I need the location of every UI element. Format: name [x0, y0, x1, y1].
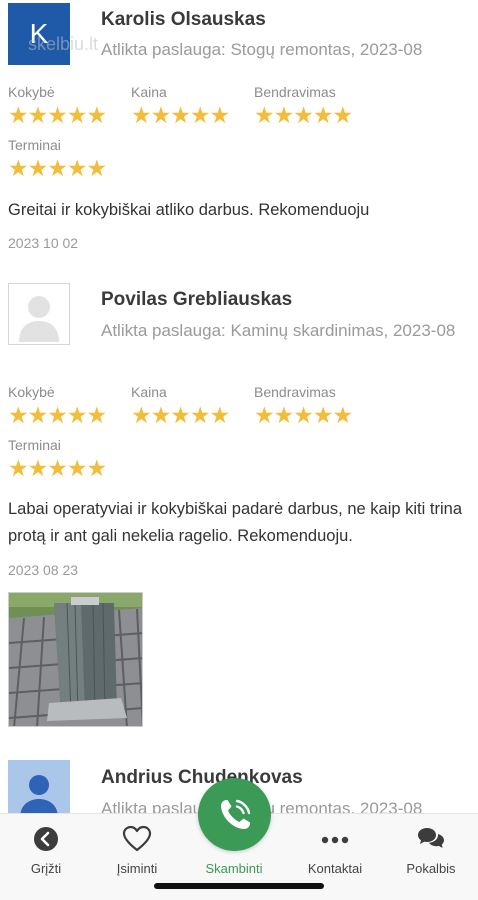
star-rating: ★★★★★ — [8, 455, 107, 481]
review-photo[interactable] — [8, 592, 143, 727]
back-arrow-icon — [34, 827, 58, 851]
rating-label: Kaina — [131, 384, 167, 400]
tab-label: Įsiminti — [116, 861, 158, 876]
tab-contacts[interactable]: Kontaktai — [290, 814, 380, 894]
rating-quality: Kokybė ★★★★★ — [8, 384, 107, 428]
rating-quality: Kokybė ★★★★★ — [8, 84, 107, 128]
home-indicator — [154, 883, 324, 889]
review-date: 2023 10 02 — [8, 235, 79, 251]
star-rating: ★★★★★ — [8, 155, 107, 181]
service-text: Atlikta paslauga: Stogų remontas, 2023-0… — [101, 799, 423, 813]
heart-icon — [122, 825, 152, 852]
rating-label: Terminai — [8, 437, 61, 453]
review-date: 2023 08 23 — [8, 562, 79, 578]
chimney-photo-icon — [9, 593, 142, 726]
tab-chat[interactable]: Pokalbis — [386, 814, 476, 894]
watermark: skelbiu.lt — [28, 34, 99, 54]
tab-label: Kontaktai — [307, 861, 363, 876]
rating-communication: Bendravimas ★★★★★ — [254, 384, 353, 428]
rating-price: Kaina ★★★★★ — [131, 84, 230, 128]
service-text: Atlikta paslauga: Kaminų skardinimas, 20… — [101, 321, 456, 340]
chat-bubbles-icon — [418, 828, 444, 848]
reviewer-name: Karolis Olsauskas — [101, 9, 266, 30]
rating-communication: Bendravimas ★★★★★ — [254, 84, 353, 128]
rating-deadlines: Terminai ★★★★★ — [8, 437, 107, 481]
star-rating: ★★★★★ — [254, 102, 353, 128]
more-dots-icon — [321, 836, 349, 844]
review-comment: Greitai ir kokybiškai atliko darbus. Rek… — [8, 201, 370, 219]
rating-label: Kaina — [131, 84, 167, 100]
reviewer-name: Andrius Chudenkovas — [101, 767, 303, 788]
star-rating: ★★★★★ — [131, 402, 230, 428]
rating-label: Terminai — [8, 137, 61, 153]
tab-label: Skambinti — [205, 861, 263, 876]
star-rating: ★★★★★ — [8, 102, 107, 128]
reviewer-avatar — [8, 760, 70, 815]
rating-deadlines: Terminai ★★★★★ — [8, 137, 107, 181]
call-button[interactable] — [198, 778, 271, 851]
service-text: Atlikta paslauga: Stogų remontas, 2023-0… — [101, 40, 423, 59]
tab-save[interactable]: Įsiminti — [92, 814, 182, 894]
rating-label: Kokybė — [8, 384, 55, 400]
tab-label: Grįžti — [30, 861, 62, 876]
tab-back[interactable]: Grįžti — [1, 814, 91, 894]
default-user-icon — [19, 296, 59, 342]
user-icon — [20, 775, 58, 815]
tab-label: Pokalbis — [406, 861, 456, 876]
star-rating: ★★★★★ — [131, 102, 230, 128]
reviewer-name: Povilas Grebliauskas — [101, 289, 293, 310]
reviewer-avatar — [8, 283, 70, 345]
review-comment: Labai operatyviai ir kokybiškai padarė d… — [8, 500, 462, 545]
star-rating: ★★★★★ — [254, 402, 353, 428]
phone-icon — [220, 799, 250, 829]
rating-label: Bendravimas — [254, 84, 336, 100]
rating-price: Kaina ★★★★★ — [131, 384, 230, 428]
star-rating: ★★★★★ — [8, 402, 107, 428]
rating-label: Kokybė — [8, 84, 55, 100]
rating-label: Bendravimas — [254, 384, 336, 400]
